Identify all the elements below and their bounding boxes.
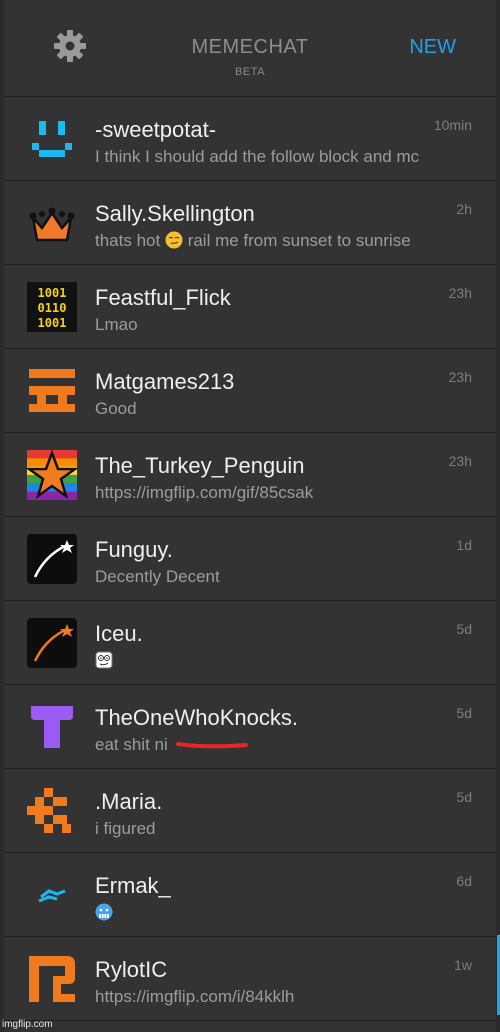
conversation-row[interactable]: .Maria. i figured 5d xyxy=(4,768,496,852)
conversation-row[interactable]: TheOneWhoKnocks. eat shit ni 5d xyxy=(4,684,496,768)
timestamp: 6d xyxy=(456,873,472,889)
timestamp: 23h xyxy=(448,285,472,301)
contact-name: .Maria. xyxy=(95,789,163,814)
conversation-row[interactable]: 1001 0110 1001 Feastful_Flick Lmao 23h xyxy=(4,264,496,348)
conversation-row[interactable]: The_Turkey_Penguin https://imgflip.com/g… xyxy=(4,432,496,516)
orange-blocks-icon xyxy=(27,788,71,833)
smirk-emoji xyxy=(165,231,183,249)
contact-name: Iceu. xyxy=(95,621,143,646)
conversation-row[interactable]: Sally.Skellington thats hot rail me from… xyxy=(4,180,496,264)
timestamp: 5d xyxy=(456,705,472,721)
contact-name: RylotIC xyxy=(95,957,168,982)
message-preview: https://imgflip.com/gif/85csak xyxy=(95,483,314,502)
conversation-list: -sweetpotat- I think I should add the fo… xyxy=(4,96,496,1021)
conversation-row[interactable]: Ermak_ 6d xyxy=(4,852,496,936)
cold-face-emoji xyxy=(95,903,113,921)
conversation-row[interactable]: Funguy. Decently Decent 1d xyxy=(4,516,496,600)
blue-lightning-icon xyxy=(38,889,66,903)
blue-smiley-icon xyxy=(32,121,72,157)
timestamp: 5d xyxy=(456,621,472,637)
timestamp: 23h xyxy=(448,369,472,385)
orange-r-icon xyxy=(29,956,75,1002)
orange-glyph-icon xyxy=(29,369,75,412)
binary-icon: 1001 0110 1001 xyxy=(27,282,77,332)
timestamp: 23h xyxy=(448,453,472,469)
contact-name: -sweetpotat- xyxy=(95,117,217,142)
contact-name: Feastful_Flick xyxy=(95,285,231,310)
message-preview: Good xyxy=(95,399,137,418)
svg-text:1001: 1001 xyxy=(38,286,67,300)
timestamp: 1d xyxy=(456,537,472,553)
redaction-scribble xyxy=(176,742,248,749)
message-preview: Decently Decent xyxy=(95,567,220,586)
message-preview: I think I should add the follow block an… xyxy=(95,147,420,166)
timestamp: 5d xyxy=(456,789,472,805)
message-preview: eat shit ni xyxy=(95,735,168,754)
message-preview: thats hot rail me from sunset to sunrise xyxy=(95,231,485,251)
message-preview: https://imgflip.com/i/84kklh xyxy=(95,987,295,1006)
svg-text:1001: 1001 xyxy=(38,316,67,330)
crown-icon xyxy=(29,207,75,242)
rainbow-star-icon xyxy=(27,450,77,500)
message-text: thats hot xyxy=(95,231,161,250)
contact-name: Ermak_ xyxy=(95,873,171,898)
message-text-2: rail me from sunset to sunrise xyxy=(187,231,411,250)
contact-name: TheOneWhoKnocks. xyxy=(95,705,298,730)
orange-shooting-star-icon xyxy=(27,618,77,668)
conversation-row[interactable]: Matgames213 Good 23h xyxy=(4,348,496,432)
white-shooting-star-icon xyxy=(27,534,77,584)
watermark: imgflip.com xyxy=(2,1019,53,1030)
timestamp: 10min xyxy=(433,117,472,133)
conversation-row[interactable]: Iceu. 5d xyxy=(4,600,496,684)
rage-face-emoji xyxy=(95,651,113,669)
contact-name: Sally.Skellington xyxy=(95,201,255,226)
contact-name: Matgames213 xyxy=(95,369,235,394)
contact-name: Funguy. xyxy=(95,537,173,562)
conversation-row[interactable]: -sweetpotat- I think I should add the fo… xyxy=(4,96,496,180)
timestamp: 1w xyxy=(454,957,472,973)
purple-t-icon xyxy=(31,706,73,748)
conversation-row[interactable]: RylotIC https://imgflip.com/i/84kklh 1w xyxy=(4,936,496,1021)
app-subtitle: BETA xyxy=(235,66,265,78)
timestamp: 2h xyxy=(456,201,472,217)
message-preview: Lmao xyxy=(95,315,138,334)
message-preview xyxy=(95,903,485,923)
new-chat-button[interactable]: NEW xyxy=(409,36,456,59)
svg-text:0110: 0110 xyxy=(38,301,67,315)
contact-name: The_Turkey_Penguin xyxy=(95,453,305,478)
message-preview: i figured xyxy=(95,819,156,838)
message-preview xyxy=(95,651,485,671)
